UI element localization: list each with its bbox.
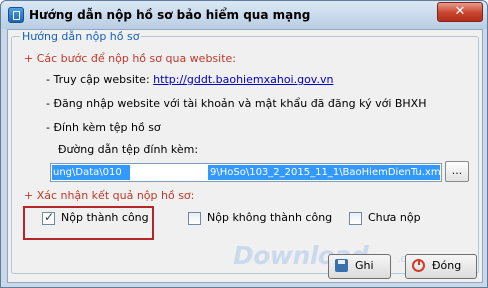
checkbox-box[interactable] [188,212,201,225]
confirm-heading: + Xác nhận kết quả nộp hồ sơ: [24,189,195,202]
power-icon [412,259,425,272]
browse-button[interactable]: ... [445,161,469,182]
dialog-window: Hướng dẫn nộp hồ sơ bảo hiểm qua mạng ✕ … [0,0,488,288]
save-icon [335,259,348,272]
window-title: Hướng dẫn nộp hồ sơ bảo hiểm qua mạng [29,8,311,22]
step1-text: - Truy cập website: http://gddt.baohiemx… [46,73,333,86]
save-button-label: Ghi [355,259,374,272]
highlight-box [23,206,154,240]
step3-text: - Đính kèm tệp hồ sơ [46,121,161,134]
attachment-path-input[interactable]: ung\Data\010 9\HoSo\103_2_2015_11_1\BaoH… [50,163,442,182]
close-window-button[interactable]: ✕ [437,2,483,22]
close-button[interactable]: Đóng [405,254,477,279]
path-selection: ung\Data\010 9\HoSo\103_2_2015_11_1\BaoH… [52,165,440,180]
path-redaction [130,165,208,180]
app-icon [8,7,24,23]
save-button[interactable]: Ghi [328,254,391,279]
step1-prefix: - Truy cập website: [46,73,150,86]
checkbox-label: Nộp không thành công [207,211,333,224]
path-label: Đường dẫn tệp đính kèm: [58,143,199,156]
step2-text: - Đăng nhập website với tài khoản và mật… [46,97,427,110]
steps-heading: + Các bước để nộp hồ sơ qua website: [24,52,237,65]
website-link[interactable]: http://gddt.baohiemxahoi.gov.vn [153,73,333,86]
close-button-label: Đóng [432,259,462,272]
groupbox-legend: Hướng dẫn nộp hồ sơ [20,30,142,43]
checkbox-box[interactable] [349,212,362,225]
checkbox-label: Chưa nộp [368,211,421,224]
path-value-end: 9\HoSo\103_2_2015_11_1\BaoHiemDienTu.xml [210,167,440,178]
title-bar[interactable]: Hướng dẫn nộp hồ sơ bảo hiểm qua mạng ✕ [1,1,487,29]
path-value-start: ung\Data\010 [53,167,122,178]
dialog-body: Hướng dẫn nộp hồ sơ + Các bước để nộp hồ… [7,29,483,283]
